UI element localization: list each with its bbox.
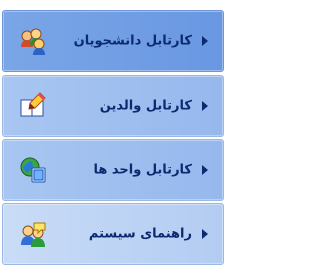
nav-item-parents-cartable[interactable]: کارتابل والدین: [2, 75, 224, 137]
nav-item-system-help[interactable]: راهنمای سیستم: [2, 203, 224, 265]
nav-item-label: کارتابل واحد ها: [93, 162, 192, 178]
chevron-right-icon: [202, 36, 208, 46]
nav-item-label: کارتابل والدین: [99, 98, 192, 114]
chevron-right-icon: [202, 101, 208, 111]
nav-item-label: راهنمای سیستم: [88, 226, 192, 242]
nav-item-units-cartable[interactable]: کارتابل واحد ها: [2, 139, 224, 201]
navigation-panel: کارتابل دانشجویان کارتابل والدین کارتابل…: [0, 0, 267, 280]
chevron-right-icon: [202, 229, 208, 239]
nav-item-label: کارتابل دانشجویان: [73, 33, 192, 49]
globe-window-icon: [18, 155, 48, 185]
students-group-icon: [18, 26, 48, 56]
chevron-right-icon: [202, 165, 208, 175]
users-help-icon: [18, 219, 48, 249]
nav-item-students-cartable[interactable]: کارتابل دانشجویان: [2, 10, 224, 72]
book-pencil-icon: [18, 91, 48, 121]
